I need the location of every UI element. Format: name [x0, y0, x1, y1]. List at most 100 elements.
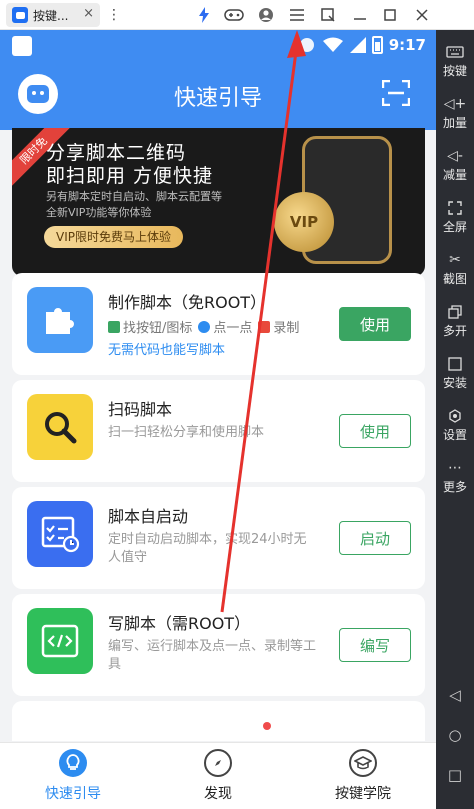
use-button[interactable]: 使用	[339, 307, 411, 341]
bulb-icon	[59, 749, 87, 777]
app-icon	[12, 7, 28, 23]
apk-icon	[436, 352, 474, 376]
close-icon[interactable]	[412, 5, 432, 25]
side-label: 减量	[442, 168, 467, 182]
banner-headline-2: 即扫即用 方便快捷	[46, 165, 214, 187]
side-more[interactable]: ⋯ 更多	[436, 456, 474, 506]
code-icon	[27, 608, 93, 674]
nav-quick-guide[interactable]: 快速引导	[28, 749, 118, 803]
card-title: 写脚本（需ROOT）	[108, 614, 251, 633]
scissors-icon: ✂	[449, 252, 461, 268]
side-label: 更多	[442, 480, 467, 494]
feature-tap: 点一点	[213, 321, 253, 336]
more-icon: ⋯	[448, 460, 462, 476]
vip-coin-icon: VIP	[274, 192, 334, 252]
banner-subtext-1: 另有脚本定时自启动、脚本云配置等	[46, 190, 222, 203]
notification-badge	[263, 722, 271, 730]
app-header: 9:17 快速引导	[0, 30, 436, 130]
card-title: 制作脚本（免ROOT）	[108, 293, 267, 312]
emulator-title-bar: 按键... × ⋮	[0, 0, 474, 30]
card-title: 脚本自启动	[108, 507, 189, 526]
nav-discover[interactable]: 发现	[173, 749, 263, 803]
side-keymap[interactable]: 按键	[436, 40, 474, 90]
vip-banner[interactable]: 限时免 分享脚本二维码 即扫即用 方便快捷 另有脚本定时自启动、脚本云配置等 全…	[12, 128, 425, 276]
nav-label: 发现	[204, 786, 232, 802]
scan-icon[interactable]	[381, 79, 411, 107]
puzzle-icon	[27, 287, 93, 353]
bottom-navigation: 快速引导 发现 按键学院	[0, 742, 436, 809]
feature-find-button: 找按钮/图标	[123, 321, 193, 336]
card-description: 编写、运行脚本及点一点、录制等工具	[108, 639, 317, 672]
side-settings[interactable]: 设置	[436, 404, 474, 454]
gamepad-icon[interactable]	[224, 5, 244, 25]
vip-trial-button[interactable]: VIP限时免费马上体验	[44, 226, 183, 248]
nav-label: 按键学院	[335, 786, 391, 802]
tap-icon	[198, 320, 211, 333]
emulator-tab-title: 按键...	[33, 8, 69, 23]
settings-icon	[436, 404, 474, 428]
side-label: 设置	[442, 428, 467, 442]
card-auto-start: 脚本自启动 定时自动启动脚本，实现24小时无人值守 启动	[12, 487, 425, 589]
multi-open-icon	[436, 300, 474, 324]
volume-down-icon: ◁-	[447, 148, 463, 164]
side-fullscreen[interactable]: 全屏	[436, 196, 474, 246]
use-button[interactable]: 使用	[339, 414, 411, 448]
card-partial	[12, 701, 425, 741]
nav-academy[interactable]: 按键学院	[318, 749, 408, 803]
emulator-side-toolbar: 按键 ◁+ 加量 ◁- 减量 全屏 ✂ 截图 多开 安装 设置 ⋯ 更多 ◁ ○…	[436, 30, 474, 809]
schedule-list-icon	[27, 501, 93, 567]
bolt-icon[interactable]	[194, 5, 214, 25]
side-volume-up[interactable]: ◁+ 加量	[436, 92, 474, 142]
magnifier-icon	[27, 394, 93, 460]
card-write-script: 写脚本（需ROOT） 编写、运行脚本及点一点、录制等工具 编写	[12, 594, 425, 696]
emulator-tab[interactable]: 按键... ×	[6, 3, 100, 27]
side-label: 按键	[442, 64, 467, 78]
side-label: 安装	[442, 376, 467, 390]
recents-icon[interactable]: □	[436, 760, 474, 790]
card-scan-script: 扫码脚本 扫一扫轻松分享和使用脚本 使用	[12, 380, 425, 482]
nav-label: 快速引导	[45, 786, 101, 802]
side-label: 截图	[442, 272, 467, 286]
user-icon[interactable]	[256, 5, 276, 25]
card-make-script: 制作脚本（免ROOT） 找按钮/图标 点一点 录制 无需代码也能写脚本 使用	[12, 273, 425, 375]
feature-record: 录制	[273, 321, 300, 336]
side-multi-open[interactable]: 多开	[436, 300, 474, 350]
side-volume-down[interactable]: ◁- 减量	[436, 144, 474, 194]
tab-close-icon[interactable]: ×	[83, 6, 94, 21]
side-label: 多开	[442, 324, 467, 338]
status-dot-icon	[300, 38, 314, 52]
hamburger-icon[interactable]	[287, 5, 307, 25]
side-label: 加量	[442, 116, 467, 130]
crop-icon[interactable]	[318, 5, 338, 25]
wifi-icon	[323, 37, 343, 57]
menu-dots-icon[interactable]: ⋮	[104, 5, 124, 25]
home-icon[interactable]: ○	[436, 720, 474, 750]
battery-icon	[372, 36, 383, 54]
minimize-icon[interactable]	[350, 5, 370, 25]
back-icon[interactable]: ◁	[436, 680, 474, 710]
maximize-icon[interactable]	[380, 5, 400, 25]
side-label: 全屏	[442, 220, 467, 234]
signal-icon	[350, 37, 366, 53]
graduation-cap-icon	[349, 749, 377, 777]
status-time: 9:17	[388, 36, 426, 54]
write-button[interactable]: 编写	[339, 628, 411, 662]
phone-screen: 9:17 快速引导 限时免 分享脚本二维码 即扫即用 方便快捷 另有脚本定时自启…	[0, 30, 436, 809]
fullscreen-icon	[436, 196, 474, 220]
side-install[interactable]: 安装	[436, 352, 474, 402]
card-description: 定时自动启动脚本，实现24小时无人值守	[108, 532, 307, 565]
notification-icon	[12, 36, 32, 56]
volume-up-icon: ◁+	[443, 96, 467, 112]
card-title: 扫码脚本	[108, 400, 173, 419]
image-icon	[108, 320, 120, 333]
page-title: 快速引导	[173, 86, 262, 111]
card-description: 扫一扫轻松分享和使用脚本	[108, 425, 265, 440]
card-highlight: 无需代码也能写脚本	[108, 343, 226, 358]
compass-icon	[204, 749, 232, 777]
keyboard-icon	[436, 40, 474, 64]
record-icon	[258, 320, 271, 333]
banner-subtext-2: 全新VIP功能等你体验	[46, 206, 152, 219]
side-screenshot[interactable]: ✂ 截图	[436, 248, 474, 298]
feature-list: 找按钮/图标 点一点 录制	[108, 317, 299, 336]
start-button[interactable]: 启动	[339, 521, 411, 555]
